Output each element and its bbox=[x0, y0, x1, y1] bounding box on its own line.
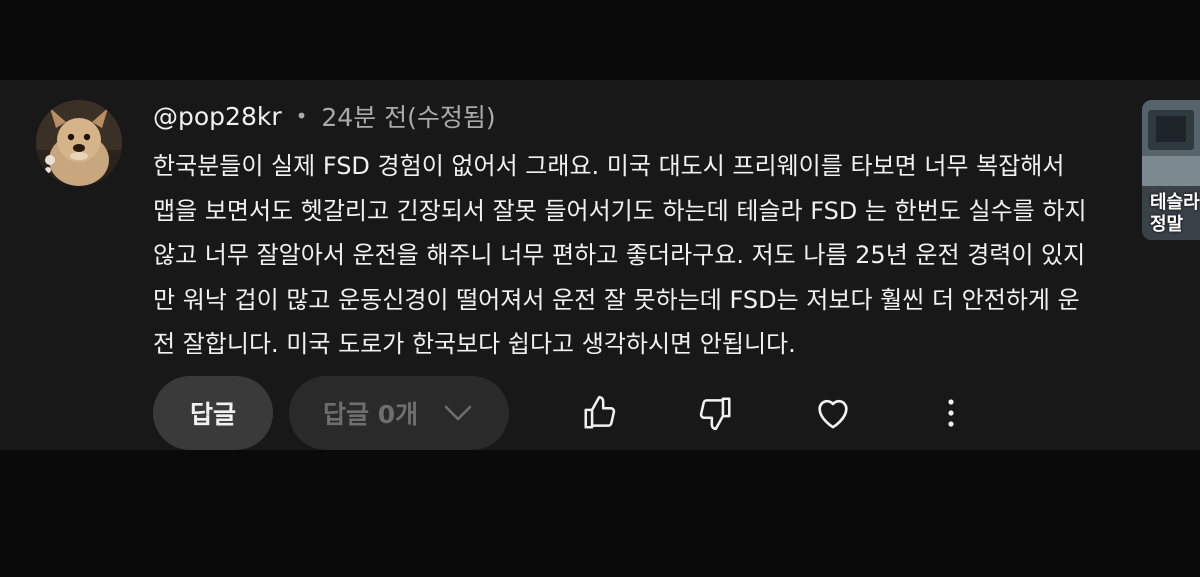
thumbnail-text: 정말 bbox=[1150, 214, 1184, 235]
comment-header: @pop28kr • 24분 전(수정됨) bbox=[153, 96, 496, 136]
reply-button[interactable]: 답글 bbox=[153, 376, 273, 450]
comment-line: 맵을 보면서도 헷갈리고 긴장되서 잘못 들어서기도 하는데 테슬라 FSD 는… bbox=[153, 196, 1087, 225]
more-options-button[interactable] bbox=[928, 390, 974, 436]
more-vertical-icon bbox=[948, 399, 954, 427]
comment-line: 한국분들이 실제 FSD 경험이 없어서 그래요. 미국 대도시 프리웨이를 타… bbox=[153, 152, 1065, 180]
separator-dot: • bbox=[295, 104, 308, 128]
comment-timestamp[interactable]: 24분 전(수정됨) bbox=[321, 98, 495, 134]
comment-line: 전 잘합니다. 미국 도로가 한국보다 쉽다고 생각하시면 안됩니다. bbox=[153, 330, 796, 358]
avatar[interactable] bbox=[36, 100, 122, 186]
thumbs-up-icon bbox=[584, 395, 616, 429]
like-button[interactable] bbox=[577, 390, 623, 436]
thumbs-down-icon bbox=[699, 397, 731, 431]
replies-count-label: 답글 0개 bbox=[323, 400, 419, 429]
comment-line: 만 워낙 겁이 많고 운동신경이 떨어져서 운전 잘 못하는데 FSD는 저보다… bbox=[153, 285, 1080, 314]
heart-button[interactable] bbox=[810, 390, 856, 436]
comment-line: 않고 너무 잘알아서 운전을 해주니 너무 편하고 좋더라구요. 저도 나름 2… bbox=[153, 241, 1086, 269]
replies-count-button[interactable]: 답글 0개 bbox=[289, 376, 509, 450]
comment-body: 한국분들이 실제 FSD 경험이 없어서 그래요. 미국 대도시 프리웨이를 타… bbox=[153, 144, 1123, 367]
author-handle[interactable]: @pop28kr bbox=[153, 102, 282, 131]
chevron-down-icon bbox=[444, 405, 472, 421]
video-thumbnail[interactable]: 테슬라 정말 bbox=[1142, 100, 1200, 240]
dislike-button[interactable] bbox=[692, 390, 738, 436]
dog-avatar-image bbox=[36, 100, 122, 186]
heart-icon bbox=[818, 399, 848, 429]
